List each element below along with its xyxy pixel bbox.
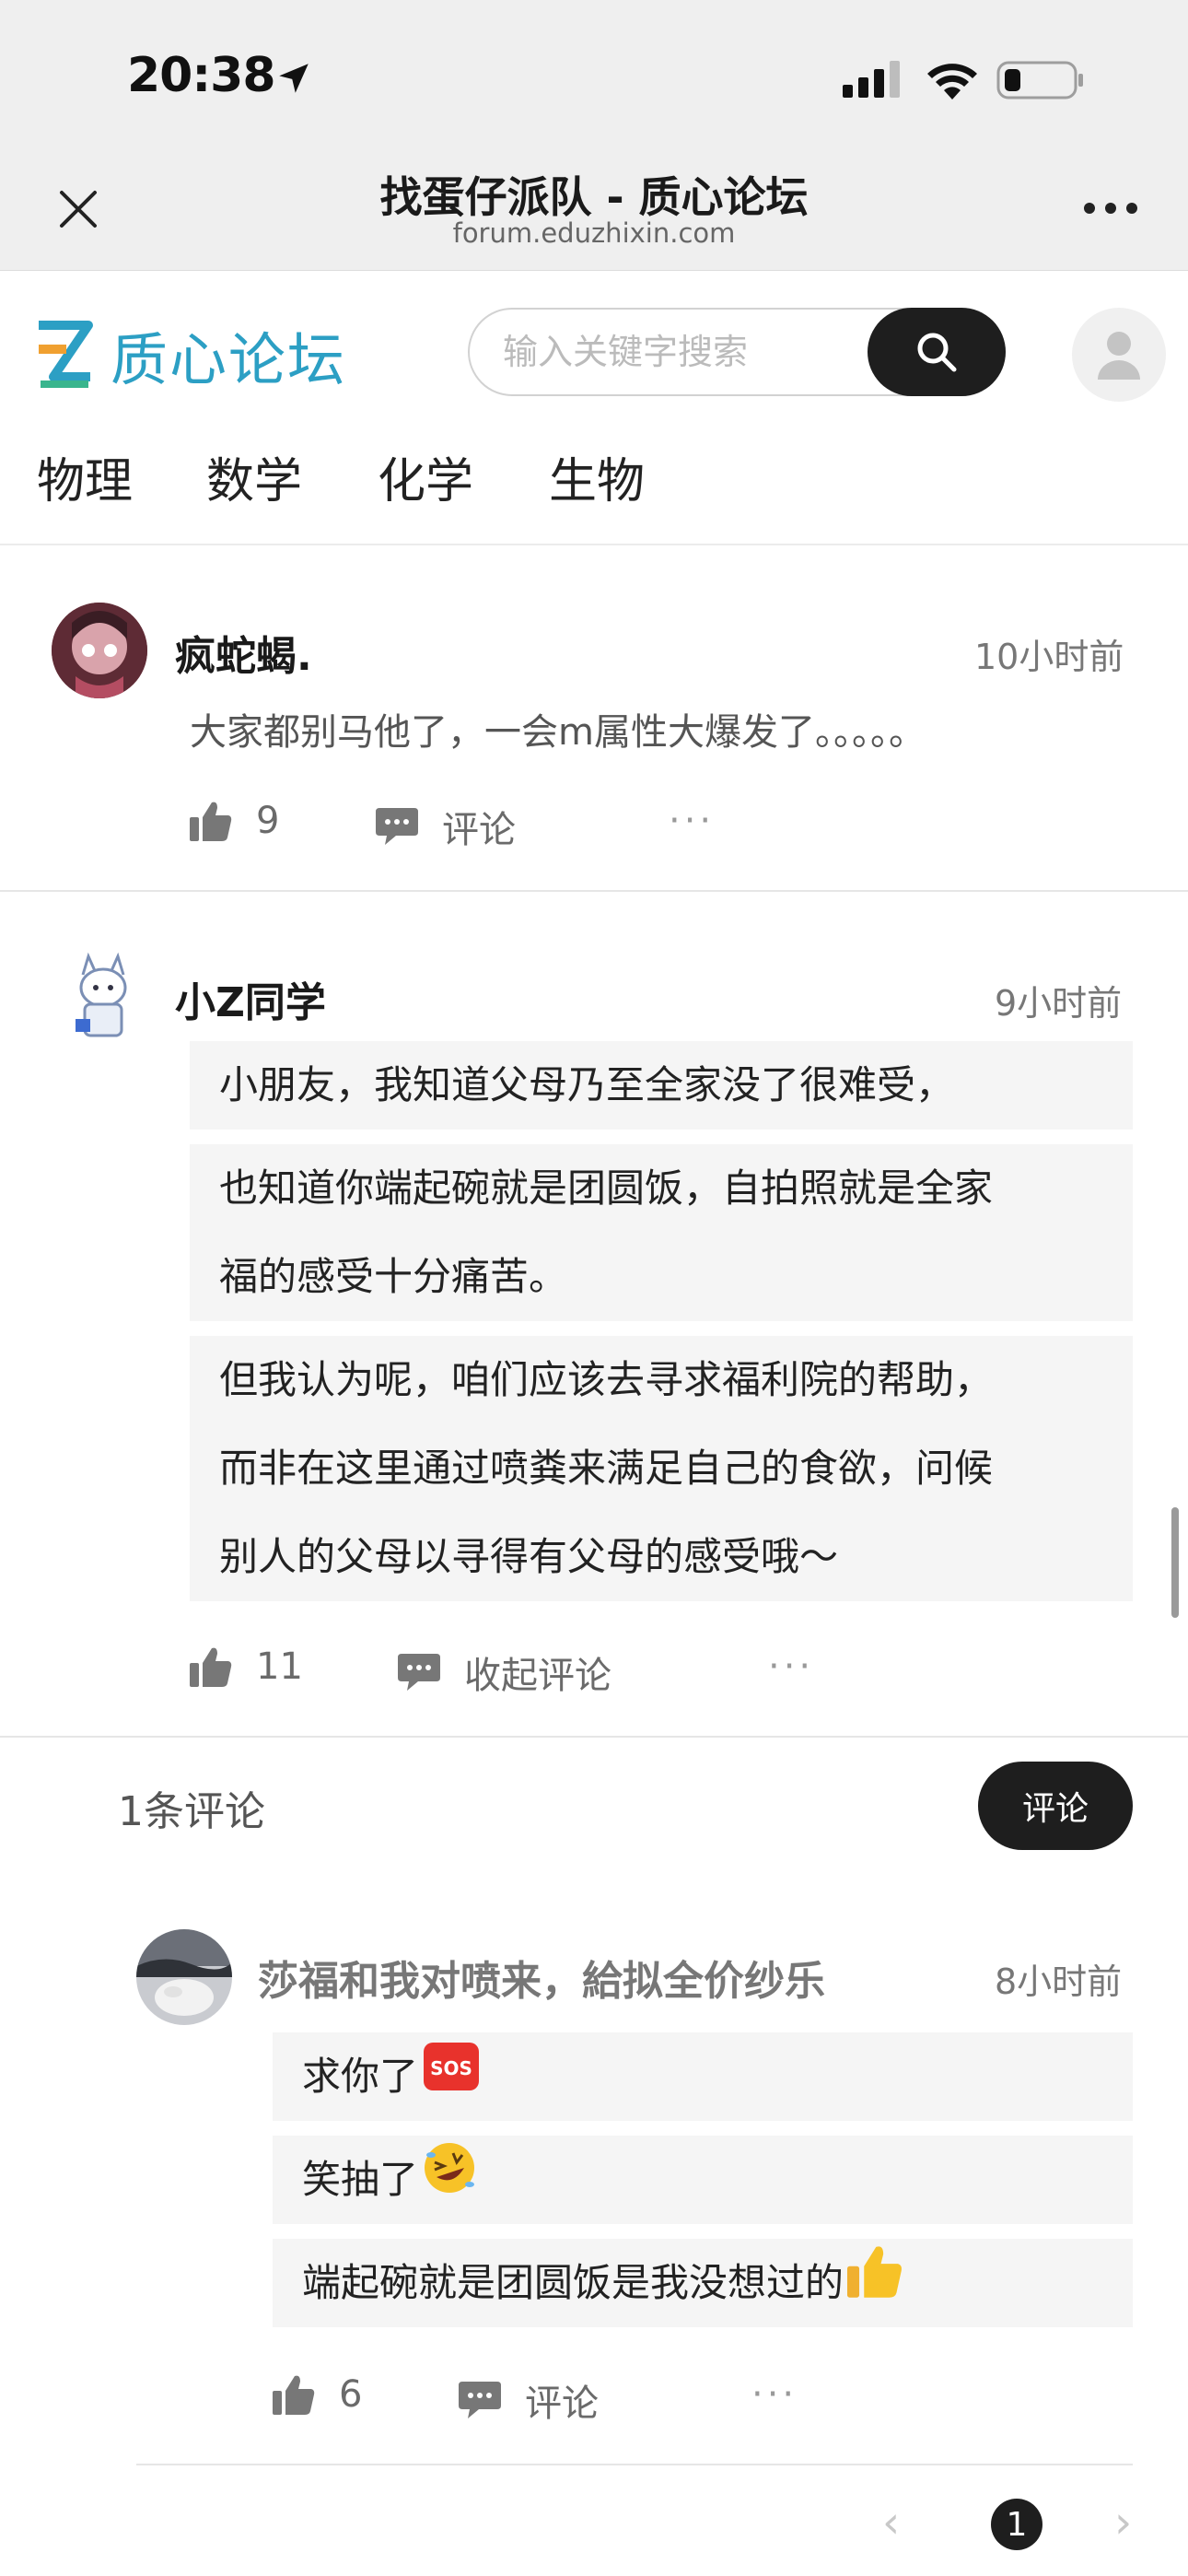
post-paragraph: 也知道你端起碗就是团圆饭，自拍照就是全家 福的感受十分痛苦。 bbox=[190, 1144, 1133, 1321]
paragraph-line: 但我认为呢，咱们应该去寻求福利院的帮助， bbox=[219, 1357, 994, 1402]
cellular-signal-icon bbox=[843, 61, 900, 98]
post-more-button[interactable]: ··· bbox=[768, 1645, 814, 1688]
paragraph-line: 福的感受十分痛苦。 bbox=[219, 1254, 568, 1299]
sos-emoji-icon: SOS bbox=[422, 2035, 481, 2124]
search-icon bbox=[917, 333, 957, 372]
comment-bubble-icon bbox=[376, 808, 418, 845]
prev-page-button[interactable]: ‹ bbox=[882, 2497, 900, 2548]
reply-text: 笑抽了 bbox=[302, 2157, 419, 2202]
paragraph-line: 小朋友，我知道父母乃至全家没了很难受， bbox=[219, 1062, 955, 1107]
like-button[interactable]: 11 bbox=[190, 1645, 303, 1688]
paragraph-line: 而非在这里通过喷粪来满足自己的食欲，问候 bbox=[219, 1446, 994, 1491]
browser-more-button[interactable] bbox=[1074, 181, 1147, 236]
svg-text:SOS: SOS bbox=[430, 2057, 472, 2079]
comment-button[interactable]: 评论 bbox=[376, 800, 516, 853]
like-count: 6 bbox=[339, 2373, 363, 2416]
reply-line: 笑抽了 bbox=[273, 2136, 1133, 2224]
divider bbox=[136, 2464, 1133, 2465]
thumbs-up-icon bbox=[190, 802, 232, 841]
thumbs-up-icon bbox=[190, 1647, 232, 1687]
comment-bubble-icon bbox=[398, 1654, 440, 1691]
search-box bbox=[468, 308, 1006, 396]
page-title: 找蛋仔派队 - 质心论坛 bbox=[379, 172, 809, 222]
nav-item-math[interactable]: 数学 bbox=[206, 442, 302, 511]
comment-count: 1条评论 bbox=[118, 1788, 265, 1835]
avatar-image bbox=[136, 1929, 232, 2025]
page-url: forum.eduzhixin.com bbox=[452, 217, 736, 249]
like-count: 11 bbox=[256, 1645, 303, 1688]
status-time: 20:38 bbox=[127, 48, 276, 103]
post-username[interactable]: 疯蛇蝎. bbox=[175, 623, 312, 682]
avatar-image bbox=[52, 603, 147, 698]
next-page-button[interactable]: › bbox=[1114, 2497, 1132, 2548]
post-username[interactable]: 小Z同学 bbox=[175, 969, 326, 1028]
reply-more-button[interactable]: ··· bbox=[751, 2373, 798, 2416]
post-more-button[interactable]: ··· bbox=[669, 800, 715, 842]
post-time: 9小时前 bbox=[995, 983, 1123, 1024]
search-input[interactable] bbox=[503, 324, 853, 380]
avatar-image bbox=[55, 947, 151, 1043]
user-icon bbox=[1098, 332, 1140, 380]
battery-icon bbox=[996, 61, 1083, 100]
like-button[interactable]: 9 bbox=[190, 800, 279, 842]
thumbs-up-emoji-icon bbox=[847, 2242, 903, 2330]
wifi-icon bbox=[927, 64, 977, 100]
avatar[interactable] bbox=[136, 1929, 232, 2025]
comment-label: 收起评论 bbox=[464, 1655, 611, 1697]
paragraph-line: 别人的父母以寻得有父母的感受哦～ bbox=[219, 1534, 839, 1579]
like-button[interactable]: 6 bbox=[273, 2373, 362, 2416]
paragraph-line: 也知道你端起碗就是团圆饭，自拍照就是全家 bbox=[219, 1165, 994, 1211]
current-page[interactable]: 1 bbox=[991, 2499, 1042, 2550]
post-text: 大家都别马他了，一会m属性大爆发了。。。。。 bbox=[190, 711, 926, 754]
comment-button[interactable]: 评论 bbox=[459, 2373, 599, 2427]
post-paragraph: 但我认为呢，咱们应该去寻求福利院的帮助， 而非在这里通过喷粪来满足自己的食欲，问… bbox=[190, 1336, 1133, 1601]
avatar[interactable] bbox=[55, 947, 151, 1043]
like-count: 9 bbox=[256, 800, 280, 842]
thumbs-up-icon bbox=[273, 2375, 315, 2415]
nav-item-physics[interactable]: 物理 bbox=[37, 442, 133, 511]
reply-line: 求你了 SOS bbox=[273, 2032, 1133, 2121]
reply-text: 端起碗就是团圆饭是我没想过的 bbox=[302, 2260, 844, 2305]
post-time: 10小时前 bbox=[974, 637, 1124, 677]
rolling-laughing-emoji-icon bbox=[422, 2138, 477, 2227]
reply-username[interactable]: 莎福和我对喷来，給拟全价纱乐 bbox=[258, 1948, 825, 2007]
post-paragraph: 小朋友，我知道父母乃至全家没了很难受， bbox=[190, 1041, 1133, 1130]
reply-time: 8小时前 bbox=[995, 1961, 1123, 2002]
divider bbox=[0, 1736, 1188, 1738]
user-avatar-button[interactable] bbox=[1072, 308, 1166, 402]
browser-chrome: 20:38 找蛋仔派队 - 质心论坛 forum.eduzhixin.com bbox=[0, 0, 1188, 271]
collapse-comments-button[interactable]: 收起评论 bbox=[398, 1645, 611, 1699]
search-button[interactable] bbox=[868, 308, 1006, 396]
comment-label: 评论 bbox=[442, 809, 516, 851]
location-arrow-icon bbox=[279, 64, 309, 93]
comment-bubble-icon bbox=[459, 2382, 501, 2418]
reply-line: 端起碗就是团圆饭是我没想过的 bbox=[273, 2239, 1133, 2327]
write-comment-button[interactable]: 评论 bbox=[978, 1762, 1133, 1850]
zhixin-logo-icon bbox=[39, 321, 93, 388]
comment-label: 评论 bbox=[525, 2383, 599, 2425]
logo-text: 质心论坛 bbox=[111, 326, 347, 393]
nav-item-biology[interactable]: 生物 bbox=[549, 442, 645, 511]
site-logo[interactable]: 质心论坛 bbox=[35, 313, 346, 396]
divider bbox=[0, 890, 1188, 892]
subject-nav: 物理 数学 化学 生物 bbox=[0, 442, 1188, 545]
avatar[interactable] bbox=[52, 603, 147, 698]
nav-item-chemistry[interactable]: 化学 bbox=[378, 442, 473, 511]
reply-text: 求你了 bbox=[302, 2054, 419, 2099]
scrollbar[interactable] bbox=[1171, 1507, 1179, 1618]
more-dots-icon bbox=[1084, 203, 1137, 214]
